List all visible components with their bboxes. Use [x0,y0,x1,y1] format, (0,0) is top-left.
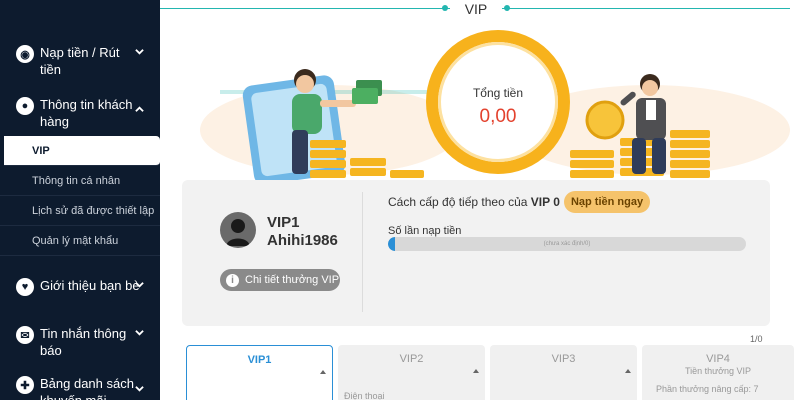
menu-label: Giới thiệu bạn bè [40,278,140,293]
chevron-down-icon[interactable] [135,328,144,337]
scroll-up-icon[interactable] [320,368,326,400]
next-level-value: VIP 0 [530,195,560,209]
total-card: Tổng tiền 0,00 [438,42,558,162]
tier-row: Phần thưởng nâng cấp: 7 [656,384,759,394]
total-ring: Tổng tiền 0,00 [426,30,570,174]
sidebar: ◉ Nạp tiền / Rút tiền ● Thông tin khách … [0,0,160,400]
subnav-personal-info[interactable]: Thông tin cá nhân [0,166,160,196]
tier-row: Tiền thưởng VIP [684,366,752,376]
panel-divider [362,192,363,312]
menu-item-referral[interactable]: ♥ Giới thiệu bạn bè [0,277,160,296]
deposit-count-label: Số lần nạp tiền [388,225,462,237]
menu-item-customer-info[interactable]: ● Thông tin khách hàng [0,96,160,130]
subnav-password[interactable]: Quản lý mật khẩu [0,226,160,256]
gift-icon: ✚ [16,376,34,394]
menu-label: Tin nhắn thông báo [40,326,127,358]
scroll-up-icon[interactable] [625,367,631,400]
menu-label: Bảng danh sách khuyến mãi [40,376,134,400]
tier-card-vip4[interactable]: VIP4 Tiền thưởng VIP Phần thưởng nâng cấ… [642,345,794,400]
info-icon: i [226,273,239,287]
subnav-vip[interactable]: VIP [4,136,160,166]
chevron-down-icon[interactable] [135,280,144,289]
username: Ahihi1986 [267,232,338,249]
deposit-now-button[interactable]: Nạp tiền ngay [564,191,650,213]
tier-row: Điện thoại [344,391,385,400]
title-dot [504,5,510,11]
menu-label: Thông tin khách hàng [40,97,133,129]
heart-icon: ♥ [16,278,34,296]
vip-reward-details-button[interactable]: i Chi tiết thưởng VIP [220,269,340,291]
tier-name: VIP2 [399,353,424,365]
current-vip-level: VIP1 [267,214,300,231]
tier-name: VIP1 [247,354,272,366]
chevron-down-icon[interactable] [135,384,144,393]
next-level-label: Cách cấp độ tiếp theo của [388,195,528,209]
scroll-up-icon[interactable] [473,367,479,400]
tier-name: VIP4 [706,353,730,365]
tier-card-vip3[interactable]: VIP3 [490,345,637,400]
vip-panel: VIP1 Ahihi1986 i Chi tiết thưởng VIP Các… [182,180,770,326]
subnav-history[interactable]: Lịch sử đã được thiết lập [0,196,160,226]
deposit-progress-bar: (chưa xác định/0) [388,237,746,251]
main-content: VIP Tổng tiền 0,00 VIP1 Ahihi1986 i Chi … [160,0,800,400]
user-icon [226,219,250,246]
total-label: Tổng tiền [472,86,524,100]
next-level-text: Cách cấp độ tiếp theo của VIP 0 [388,195,560,209]
tier-card-vip1[interactable]: VIP1 [186,345,333,400]
chevron-down-icon[interactable] [135,47,144,56]
avatar [220,212,256,248]
title-dot [442,5,448,11]
eye-icon: ◉ [16,45,34,63]
progress-text: (chưa xác định/0) [543,241,591,247]
total-amount: 0,00 [479,106,517,127]
vip-reward-details-label: Chi tiết thưởng VIP [245,274,340,286]
menu-item-deposit-withdraw[interactable]: ◉ Nạp tiền / Rút tiền [0,44,160,78]
tier-pager: 1/0 [750,334,763,344]
menu-item-messages[interactable]: ✉ Tin nhắn thông báo [0,325,160,359]
tier-name: VIP3 [551,353,576,365]
menu-item-promotions[interactable]: ✚ Bảng danh sách khuyến mãi [0,375,160,400]
person-icon: ● [16,97,34,115]
envelope-icon: ✉ [16,326,34,344]
hero-banner: Tổng tiền 0,00 [180,20,800,180]
tier-card-vip2[interactable]: VIP2 Điện thoại [338,345,485,400]
menu-label: Nạp tiền / Rút tiền [40,45,120,77]
chevron-up-icon[interactable] [135,105,144,114]
page-title: VIP [450,0,502,18]
